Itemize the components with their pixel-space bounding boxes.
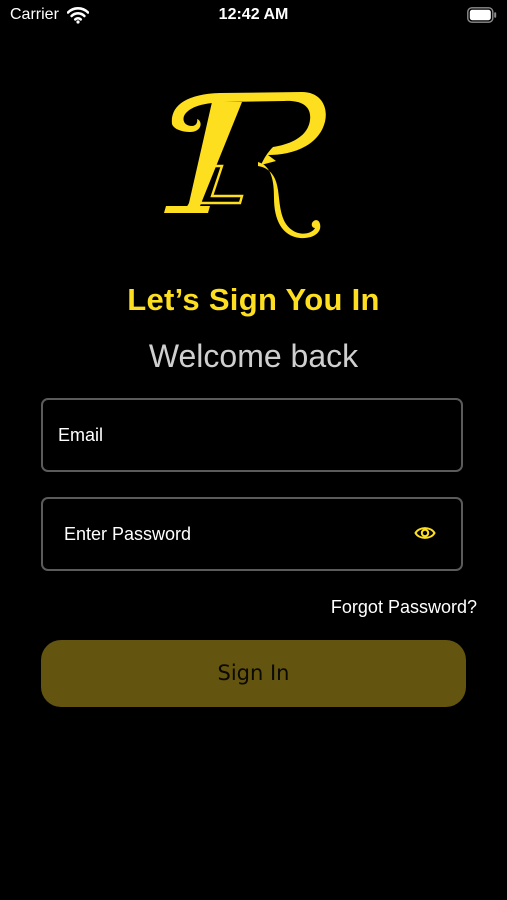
eye-icon[interactable]: [414, 524, 436, 542]
sign-in-title: Let’s Sign You In: [127, 282, 380, 317]
password-field[interactable]: Enter Password: [41, 497, 463, 571]
welcome-subtitle: Welcome back: [148, 338, 359, 374]
status-bar: Carrier 12:42 AM: [0, 0, 507, 32]
forgot-password-link[interactable]: Forgot Password?: [331, 597, 477, 618]
email-field[interactable]: Email: [41, 398, 463, 472]
password-placeholder: Enter Password: [64, 524, 192, 544]
status-time: 12:42 AM: [218, 6, 289, 23]
brand-monogram-logo: [164, 92, 326, 239]
email-placeholder: Email: [58, 425, 104, 445]
sign-in-button[interactable]: Sign In: [41, 640, 466, 707]
battery-icon: [467, 7, 497, 23]
